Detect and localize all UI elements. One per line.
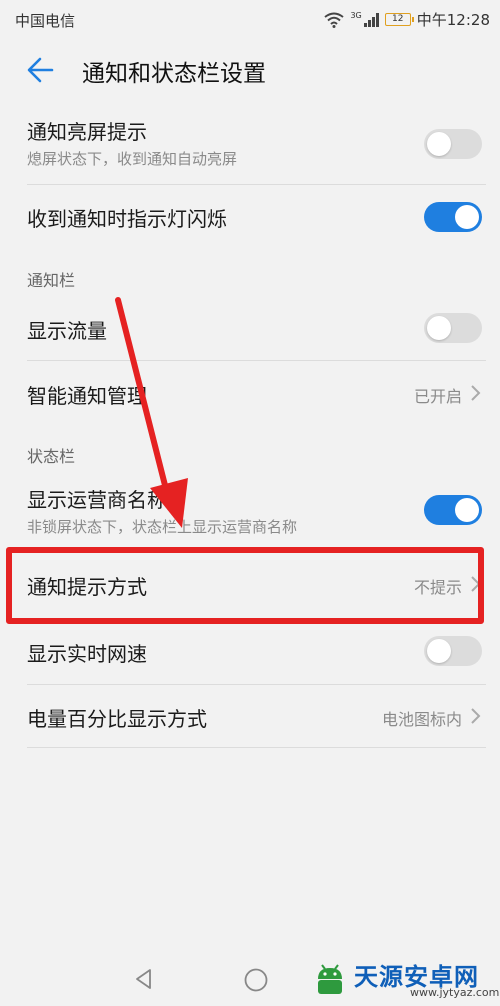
status-icons: 3G 12 中午12:28	[324, 9, 490, 30]
setting-label: 电量百分比显示方式	[27, 707, 207, 731]
title-bar: 通知和状态栏设置	[0, 38, 500, 102]
setting-description: 非锁屏状态下，状态栏上显示运营商名称	[27, 518, 298, 536]
highlight-box	[6, 547, 484, 624]
setting-led-blink[interactable]: 收到通知时指示灯闪烁	[0, 185, 500, 249]
battery-level: 12	[392, 14, 404, 24]
setting-label: 显示实时网速	[27, 642, 147, 666]
setting-value: 电池图标内	[381, 710, 462, 729]
setting-label: 显示流量	[27, 319, 107, 343]
carrier-name: 中国电信	[15, 12, 76, 30]
signal-icon	[363, 12, 379, 27]
section-header-status: 状态栏	[27, 447, 76, 466]
setting-battery-percent[interactable]: 电量百分比显示方式 电池图标内	[0, 685, 500, 747]
watermark: 天源安卓网 www.jytyaz.com	[310, 955, 500, 1006]
chevron-right-icon	[471, 385, 481, 401]
nav-home-icon[interactable]	[243, 967, 269, 993]
net-speed-toggle[interactable]	[424, 636, 482, 666]
setting-label: 智能通知管理	[27, 384, 147, 408]
led-blink-toggle[interactable]	[424, 202, 482, 232]
status-bar: 中国电信 3G 12 中午12:28	[0, 0, 500, 38]
wake-screen-toggle[interactable]	[424, 129, 482, 159]
setting-carrier-name[interactable]: 显示运营商名称 非锁屏状态下，状态栏上显示运营商名称	[0, 470, 500, 550]
setting-description: 熄屏状态下，收到通知自动亮屏	[27, 150, 238, 168]
wifi-icon	[324, 12, 345, 28]
setting-net-speed[interactable]: 显示实时网速	[0, 620, 500, 684]
setting-wake-screen[interactable]: 通知亮屏提示 熄屏状态下，收到通知自动亮屏	[0, 102, 500, 184]
show-traffic-toggle[interactable]	[424, 313, 482, 343]
setting-smart-notification[interactable]: 智能通知管理 已开启	[0, 361, 500, 425]
watermark-url: www.jytyaz.com	[410, 986, 500, 999]
back-arrow-icon[interactable]	[22, 52, 62, 88]
setting-value: 已开启	[413, 387, 462, 406]
page-title: 通知和状态栏设置	[82, 61, 266, 87]
battery-icon: 12	[384, 13, 414, 26]
android-logo-icon	[318, 964, 342, 994]
setting-label: 通知亮屏提示	[27, 120, 147, 144]
carrier-name-toggle[interactable]	[424, 495, 482, 525]
setting-label: 收到通知时指示灯闪烁	[27, 207, 227, 231]
network-type-label: 3G	[350, 11, 362, 20]
clock: 中午12:28	[416, 11, 490, 29]
setting-show-traffic[interactable]: 显示流量	[0, 296, 500, 360]
chevron-right-icon	[471, 708, 481, 724]
setting-label: 显示运营商名称	[27, 488, 167, 512]
divider	[27, 747, 486, 748]
nav-back-icon[interactable]	[132, 967, 156, 991]
section-header-notification: 通知栏	[27, 271, 76, 290]
